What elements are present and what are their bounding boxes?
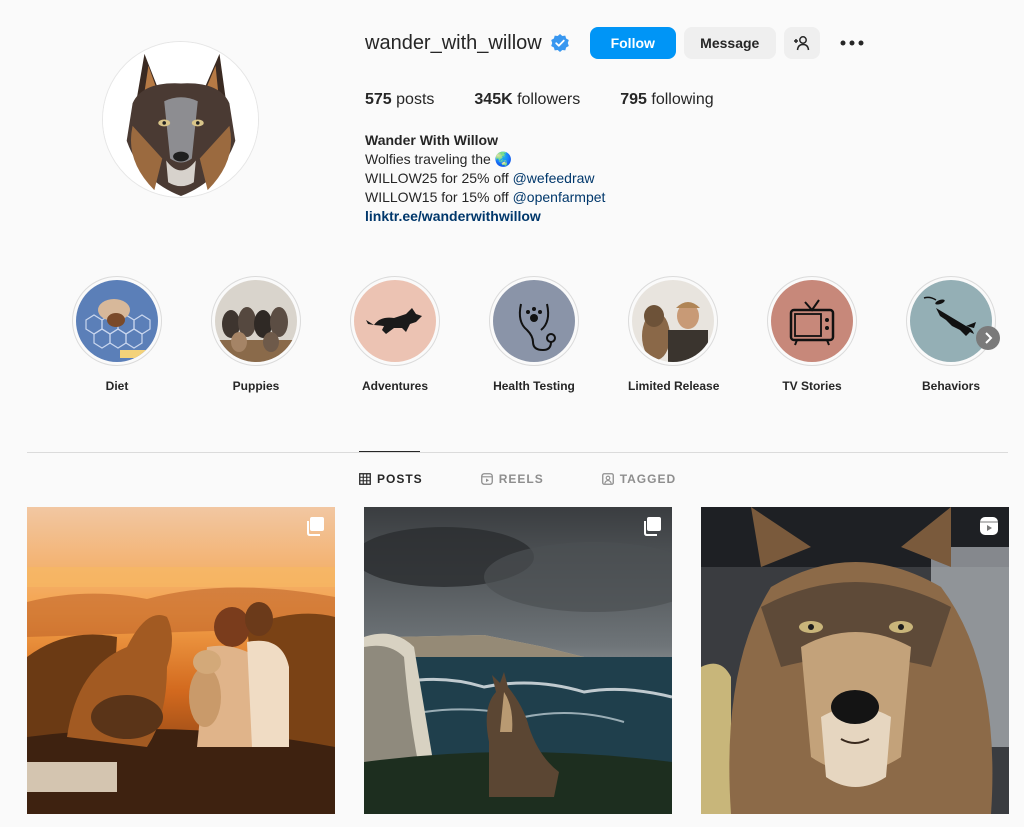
tab-reels-label: REELS [498, 472, 544, 486]
post-photo-sunset-family [27, 507, 335, 814]
add-user-button[interactable] [783, 27, 820, 59]
highlight-health-testing-thumbnail [493, 280, 575, 362]
highlight-tv-stories-thumbnail [771, 280, 853, 362]
highlight-label: Behaviors [921, 379, 981, 393]
followers-count[interactable]: 345K followers [474, 91, 580, 109]
follow-button[interactable]: Follow [589, 27, 676, 59]
highlight-ring [350, 276, 440, 366]
display-name: Wander With Willow [365, 132, 498, 148]
tab-posts-label: POSTS [377, 472, 423, 486]
highlights-next-button[interactable] [976, 326, 1000, 350]
posts-count-label: posts [391, 91, 435, 108]
followers-count-value: 345K [474, 91, 513, 108]
following-count[interactable]: 795 following [620, 91, 713, 109]
highlight-ring [628, 276, 718, 366]
bio-line: Wolfies traveling the 🌏 [365, 151, 513, 167]
highlight-diet[interactable]: Diet [72, 276, 211, 393]
tabs-divider [27, 452, 1008, 453]
highlight-adventures[interactable]: Adventures [350, 276, 489, 393]
profile-stats: 575 posts 345K followers 795 following [365, 91, 1005, 109]
post-photo-dog-portrait [701, 507, 1009, 814]
message-button[interactable]: Message [683, 27, 776, 59]
bio-text: WILLOW15 for 15% off [365, 189, 513, 205]
bio-line: WILLOW25 for 25% off @wefeedraw [365, 169, 1005, 188]
profile-info: wander_with_willow Follow Message 575 po… [365, 26, 1005, 226]
highlight-label: Limited Release [628, 379, 720, 393]
highlight-label: Puppies [232, 379, 280, 393]
highlight-ring [489, 276, 579, 366]
posts-count-value: 575 [365, 91, 392, 108]
highlight-puppies[interactable]: Puppies [211, 276, 350, 393]
posts-count: 575 posts [365, 91, 434, 109]
posts-grid [27, 507, 1009, 827]
reel-icon [980, 517, 998, 535]
highlight-behaviors-thumbnail [910, 280, 992, 362]
highlight-limited-release-thumbnail [632, 280, 714, 362]
highlight-puppies-thumbnail [215, 280, 297, 362]
tab-posts[interactable]: POSTS [359, 472, 423, 486]
highlight-ring [767, 276, 857, 366]
highlight-behaviors[interactable]: Behaviors [906, 276, 1024, 393]
profile-tabs: POSTS REELS TAGGED [359, 472, 734, 486]
bio-line: WILLOW15 for 15% off @openfarmpet [365, 188, 1005, 207]
profile-avatar[interactable] [102, 41, 259, 198]
tab-tagged[interactable]: TAGGED [601, 472, 677, 486]
following-count-value: 795 [620, 91, 647, 108]
highlight-label: TV Stories [782, 379, 842, 393]
story-highlights: Diet Puppies Adventures Health Testing L… [72, 276, 1024, 393]
profile-bio: Wander With Willow Wolfies traveling the… [365, 131, 1005, 226]
more-horizontal-icon [840, 40, 864, 46]
post-thumbnail[interactable] [27, 507, 335, 814]
highlight-diet-thumbnail [76, 280, 158, 362]
wolf-avatar-illustration [103, 42, 258, 197]
following-count-label: following [646, 91, 714, 108]
highlight-ring [72, 276, 162, 366]
carousel-icon [307, 517, 324, 536]
more-options-button[interactable] [828, 27, 876, 59]
tab-reels[interactable]: REELS [480, 472, 544, 486]
highlight-label: Diet [105, 379, 129, 393]
highlight-label: Adventures [361, 379, 429, 393]
chevron-right-icon [985, 332, 993, 344]
highlight-label: Health Testing [493, 379, 575, 393]
highlight-health-testing[interactable]: Health Testing [489, 276, 628, 393]
highlight-ring [211, 276, 301, 366]
add-user-icon [793, 36, 809, 51]
highlight-limited-release[interactable]: Limited Release [628, 276, 767, 393]
post-thumbnail[interactable] [701, 507, 1009, 814]
highlight-ring [906, 276, 996, 366]
highlight-tv-stories[interactable]: TV Stories [767, 276, 906, 393]
username: wander_with_willow [365, 31, 542, 54]
active-tab-indicator [359, 451, 420, 452]
tab-tagged-label: TAGGED [619, 472, 677, 486]
bio-external-link[interactable]: linktr.ee/wanderwithwillow [365, 207, 1005, 226]
tagged-icon [601, 473, 614, 485]
post-thumbnail[interactable] [364, 507, 672, 814]
bio-text: WILLOW25 for 25% off [365, 170, 513, 186]
grid-icon [359, 473, 371, 485]
mention-link-wefeedraw[interactable]: @wefeedraw [513, 170, 595, 186]
verified-badge-icon [550, 34, 569, 52]
mention-link-openfarmpet[interactable]: @openfarmpet [513, 189, 606, 205]
post-photo-coast-howl [364, 507, 672, 814]
followers-count-label: followers [512, 91, 581, 108]
profile-header-row: wander_with_willow Follow Message [365, 26, 1005, 60]
highlight-adventures-thumbnail [354, 280, 436, 362]
reels-icon [480, 473, 493, 485]
carousel-icon [644, 517, 661, 536]
